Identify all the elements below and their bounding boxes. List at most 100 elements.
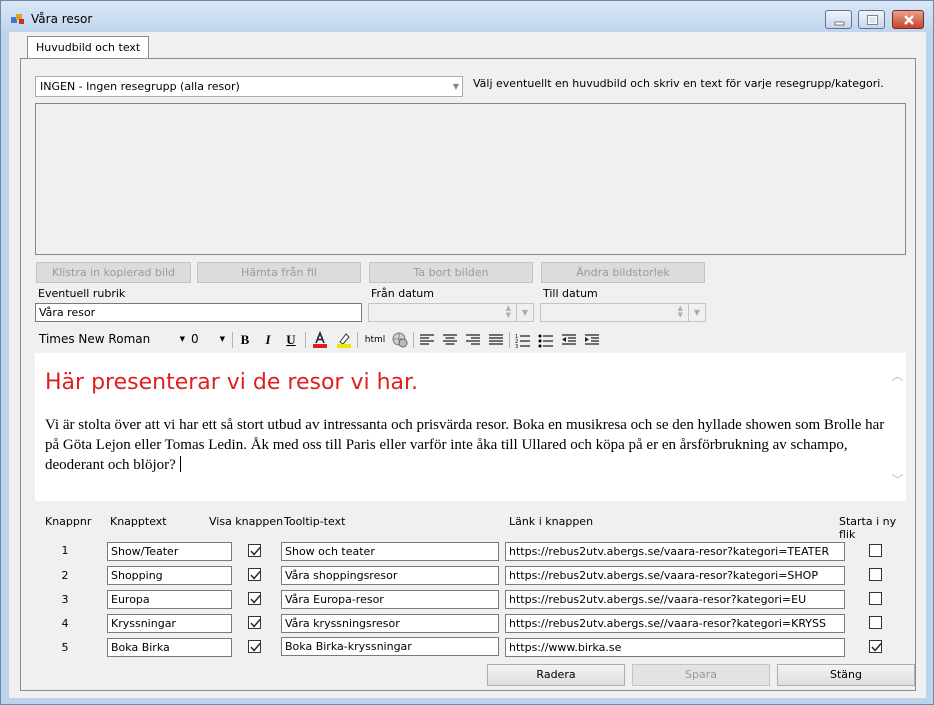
- align-right-icon: [466, 334, 480, 345]
- underline-button[interactable]: U: [282, 331, 300, 349]
- indent-button[interactable]: [583, 331, 601, 349]
- tooltip-input[interactable]: Boka Birka-kryssningar: [281, 637, 499, 656]
- header-show: Visa knappen: [209, 515, 284, 528]
- minimize-button[interactable]: [825, 10, 852, 29]
- close-button[interactable]: Stäng: [777, 664, 915, 686]
- highlight-button[interactable]: [335, 331, 353, 349]
- numbered-list-button[interactable]: 123: [514, 331, 532, 350]
- button-text-input[interactable]: Kryssningar: [107, 614, 232, 633]
- justify-button[interactable]: [487, 331, 505, 349]
- new-tab-checkbox[interactable]: [869, 616, 882, 629]
- font-name-value: Times New Roman: [39, 332, 151, 346]
- link-input[interactable]: https://rebus2utv.abergs.se//vaara-resor…: [505, 614, 845, 633]
- toolbar-divider: [509, 332, 510, 348]
- font-name-select[interactable]: Times New Roman ▼: [35, 330, 187, 349]
- check-icon: [250, 547, 261, 556]
- format-toolbar: Times New Roman ▼ 0 ▼ B I U html 1 2 3: [35, 330, 906, 350]
- chevron-down-icon: ▼: [179, 335, 185, 343]
- tooltip-input[interactable]: Våra kryssningsresor: [281, 614, 499, 633]
- show-button-checkbox[interactable]: [248, 544, 261, 557]
- save-button[interactable]: Spara: [632, 664, 770, 686]
- tab-huvudbild[interactable]: Huvudbild och text: [27, 36, 150, 59]
- fetch-file-button[interactable]: Hämta från fil: [197, 262, 361, 283]
- show-button-checkbox[interactable]: [248, 616, 261, 629]
- align-left-button[interactable]: [418, 331, 436, 349]
- button-text-input[interactable]: Show/Teater: [107, 542, 232, 561]
- editor-scrollbar[interactable]: ︿ ﹀: [889, 353, 906, 501]
- tooltip-input[interactable]: Våra Europa-resor: [281, 590, 499, 609]
- button-text-input[interactable]: Boka Birka: [107, 638, 232, 657]
- chevron-up-icon: ︿: [891, 369, 904, 383]
- check-icon: [250, 595, 261, 604]
- new-tab-checkbox[interactable]: [869, 640, 882, 653]
- toolbar-divider: [305, 332, 306, 348]
- bullet-list-icon: [538, 334, 553, 348]
- resize-image-button[interactable]: Ändra bildstorlek: [541, 262, 705, 283]
- header-newtab: Starta i ny flik: [839, 515, 897, 541]
- close-icon: [904, 15, 914, 25]
- check-icon: [871, 643, 882, 652]
- show-button-checkbox[interactable]: [248, 640, 261, 653]
- show-button-checkbox[interactable]: [248, 592, 261, 605]
- link-input[interactable]: https://rebus2utv.abergs.se/vaara-resor?…: [505, 566, 845, 585]
- to-date-label: Till datum: [543, 287, 598, 300]
- close-window-button[interactable]: [892, 10, 924, 29]
- chevron-down-icon: ﹀: [891, 473, 904, 487]
- link-input[interactable]: https://rebus2utv.abergs.se/vaara-resor?…: [505, 542, 845, 561]
- from-date-label: Från datum: [371, 287, 434, 300]
- insert-link-button[interactable]: [391, 331, 409, 349]
- new-tab-checkbox[interactable]: [869, 544, 882, 557]
- row-number: 1: [61, 544, 69, 557]
- chevron-down-icon: ▼: [219, 335, 225, 343]
- maximize-button[interactable]: [858, 10, 885, 29]
- minimize-icon: [834, 21, 845, 26]
- toolbar-divider: [357, 332, 358, 348]
- indent-icon: [585, 334, 599, 345]
- to-date-picker[interactable]: ▲ ▼ ▼: [540, 303, 706, 322]
- toolbar-divider: [232, 332, 233, 348]
- button-text-input[interactable]: Europa: [107, 590, 232, 609]
- tooltip-input[interactable]: Våra shoppingsresor: [281, 566, 499, 585]
- bold-button[interactable]: B: [236, 331, 254, 349]
- group-help-text: Välj eventuellt en huvudbild och skriv e…: [473, 77, 884, 90]
- align-right-button[interactable]: [464, 331, 482, 349]
- button-text-input[interactable]: Shopping: [107, 566, 232, 585]
- remove-image-button[interactable]: Ta bort bilden: [369, 262, 533, 283]
- link-input[interactable]: https://www.birka.se: [505, 638, 845, 657]
- delete-button[interactable]: Radera: [487, 664, 625, 686]
- link-input[interactable]: https://rebus2utv.abergs.se//vaara-resor…: [505, 590, 845, 609]
- main-image-box[interactable]: [35, 103, 906, 255]
- new-tab-checkbox[interactable]: [869, 568, 882, 581]
- heading-input[interactable]: Våra resor: [35, 303, 362, 322]
- from-date-picker[interactable]: ▲ ▼ ▼: [368, 303, 534, 322]
- align-justify-icon: [489, 334, 503, 345]
- outdent-button[interactable]: [560, 331, 578, 349]
- spinner-icon: ▲ ▼: [505, 304, 511, 319]
- maximize-icon: [867, 15, 878, 25]
- outdent-icon: [562, 334, 576, 345]
- italic-button[interactable]: I: [259, 331, 277, 349]
- new-tab-checkbox[interactable]: [869, 592, 882, 605]
- app-window: Våra resor Huvudbild och text INGEN - In…: [0, 0, 934, 705]
- header-tooltip: Tooltip-text: [284, 515, 346, 528]
- window-title: Våra resor: [31, 12, 93, 26]
- app-icon: [11, 14, 24, 24]
- show-button-checkbox[interactable]: [248, 568, 261, 581]
- tooltip-input[interactable]: Show och teater: [281, 542, 499, 561]
- paste-image-button[interactable]: Klistra in kopierad bild: [36, 262, 191, 283]
- bullet-list-button[interactable]: [537, 331, 555, 349]
- chevron-down-icon: ▼: [452, 82, 459, 91]
- highlighter-icon: [337, 333, 351, 348]
- font-color-icon: [313, 330, 327, 348]
- header-link: Länk i knappen: [509, 515, 594, 528]
- group-select[interactable]: INGEN - Ingen resegrupp (alla resor) ▼: [35, 76, 463, 97]
- row-number: 5: [61, 641, 69, 654]
- text-editor[interactable]: Här presenterar vi de resor vi har. Vi ä…: [35, 353, 906, 501]
- font-size-select[interactable]: 0 ▼: [187, 330, 227, 349]
- editor-body-text: Vi är stolta över att vi har ett så stor…: [45, 417, 885, 473]
- align-center-button[interactable]: [441, 331, 459, 349]
- check-icon: [250, 643, 261, 652]
- html-button[interactable]: html: [362, 331, 388, 349]
- font-color-button[interactable]: [311, 330, 329, 349]
- header-nr: Knappnr: [45, 515, 92, 528]
